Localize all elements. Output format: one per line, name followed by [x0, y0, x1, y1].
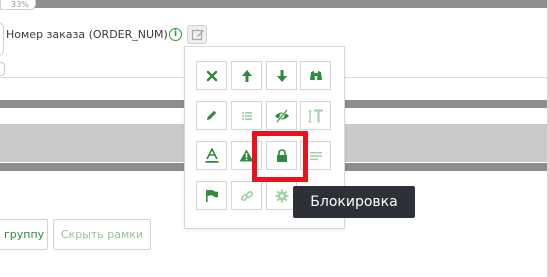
list-icon [241, 111, 252, 120]
pencil-icon [207, 110, 217, 120]
lock-tooltip: Блокировка [293, 186, 415, 218]
link-icon [240, 190, 253, 201]
resize-handle[interactable] [0, 62, 5, 76]
lock-highlight-frame [252, 131, 308, 182]
edit-trigger-button[interactable] [187, 25, 207, 44]
top-divider-bar [0, 0, 549, 8]
lines-icon [309, 151, 322, 160]
flag-icon [205, 189, 218, 202]
hide-button[interactable] [266, 101, 297, 130]
delete-button[interactable] [196, 61, 227, 90]
gear-icon [275, 189, 288, 202]
text-size-button[interactable] [300, 101, 331, 130]
underline-button[interactable] [196, 141, 227, 170]
arrow-up-icon [241, 69, 252, 82]
list-button[interactable] [231, 101, 262, 130]
edit-icon [191, 29, 204, 41]
binoculars-icon [309, 71, 322, 80]
field-label: Номер заказа (ORDER_NUM) [6, 28, 168, 41]
move-down-button[interactable] [266, 61, 297, 90]
edit-button[interactable] [196, 101, 227, 130]
arrow-down-icon [276, 69, 287, 82]
close-icon [206, 70, 217, 81]
move-up-button[interactable] [231, 61, 262, 90]
text-underline-icon [205, 147, 218, 163]
left-bracket-decoration [0, 22, 4, 56]
eye-hidden-icon [274, 108, 289, 123]
search-button[interactable] [300, 61, 331, 90]
info-icon[interactable]: i [169, 28, 182, 41]
flag-button[interactable] [196, 181, 227, 210]
zoom-badge: 33% [0, 0, 36, 10]
hide-frames-button[interactable]: Скрыть рамки [53, 219, 151, 250]
group-button[interactable]: группу [0, 219, 48, 250]
link-button[interactable] [231, 181, 262, 210]
text-size-icon [308, 109, 323, 123]
